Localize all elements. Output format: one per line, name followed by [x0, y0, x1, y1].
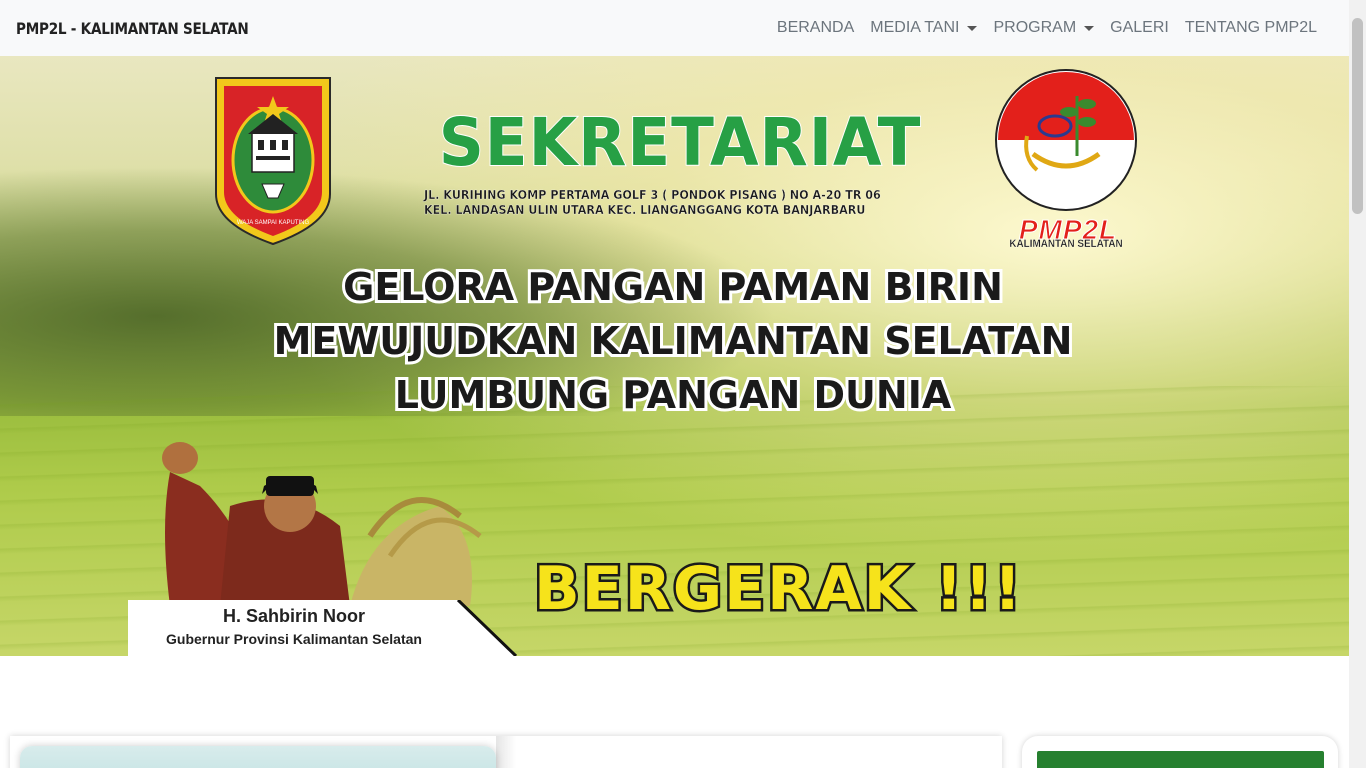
governor-name-card: H. Sahbirin Noor Gubernur Provinsi Kalim…	[128, 600, 518, 656]
news-card-thumbnail[interactable]	[20, 746, 496, 768]
nav-menu: BERANDA MEDIA TANI PROGRAM GALERI TENTAN…	[769, 11, 1325, 45]
slogan-line-1: GELORA PANGAN PAMAN BIRIN	[340, 262, 1006, 312]
address-line-1: JL. KURIHING KOMP PERTAMA GOLF 3 ( PONDO…	[424, 188, 881, 202]
top-navbar: PMP2L - KALIMANTAN SELATAN BERANDA MEDIA…	[0, 0, 1349, 56]
nav-item-label: BERANDA	[776, 19, 855, 36]
nav-item-galeri[interactable]: GALERI	[1102, 11, 1177, 45]
slogan-line-3: LUMBUNG PANGAN DUNIA	[392, 370, 955, 420]
news-card[interactable]	[10, 736, 1002, 768]
nav-item-label: MEDIA TANI	[870, 19, 960, 36]
bergerak-call-to-action: BERGERAK !!!	[532, 552, 1024, 627]
nav-item-tentang-pmp2l[interactable]: TENTANG PMP2L	[1177, 11, 1325, 45]
slogan-line-2: MEWUJUDKAN KALIMANTAN SELATAN	[271, 316, 1076, 366]
sidebar-card	[1022, 736, 1338, 768]
address-line-2: KEL. LANDASAN ULIN UTARA KEC. LIANGANGGA…	[424, 203, 866, 217]
sekretariat-heading: SEKRETARIAT	[438, 103, 922, 182]
kalsel-province-emblem-icon: WAJA SAMPAI KAPUTING	[215, 77, 331, 246]
emblem-motto-text: WAJA SAMPAI KAPUTING	[237, 220, 310, 226]
scrollbar-thumb[interactable]	[1352, 18, 1363, 214]
page: PMP2L - KALIMANTAN SELATAN BERANDA MEDIA…	[0, 0, 1366, 768]
nav-item-beranda[interactable]: BERANDA	[769, 11, 862, 45]
governor-photo-icon	[162, 442, 482, 606]
page-scrollbar[interactable]	[1349, 0, 1366, 768]
site-brand-link[interactable]: PMP2L - KALIMANTAN SELATAN	[16, 19, 249, 38]
nav-item-label: GALERI	[1110, 19, 1169, 36]
governor-title: Gubernur Provinsi Kalimantan Selatan	[166, 631, 422, 647]
nav-item-media-tani[interactable]: MEDIA TANI	[862, 11, 985, 45]
sidebar-card-header	[1037, 751, 1324, 768]
nav-item-program[interactable]: PROGRAM	[985, 11, 1102, 45]
news-card-divider	[496, 736, 516, 768]
governor-name: H. Sahbirin Noor	[222, 606, 365, 626]
hero-banner-image: WAJA SAMPAI KAPUTING PMP2L KALIMANTAN SE…	[0, 56, 1349, 656]
pmp2l-logo-subtitle: KALIMANTAN SELATAN	[1009, 238, 1123, 250]
nav-item-label: PROGRAM	[993, 19, 1077, 36]
chevron-down-icon	[1084, 26, 1095, 31]
nav-item-label: TENTANG PMP2L	[1184, 19, 1317, 36]
chevron-down-icon	[967, 26, 978, 31]
